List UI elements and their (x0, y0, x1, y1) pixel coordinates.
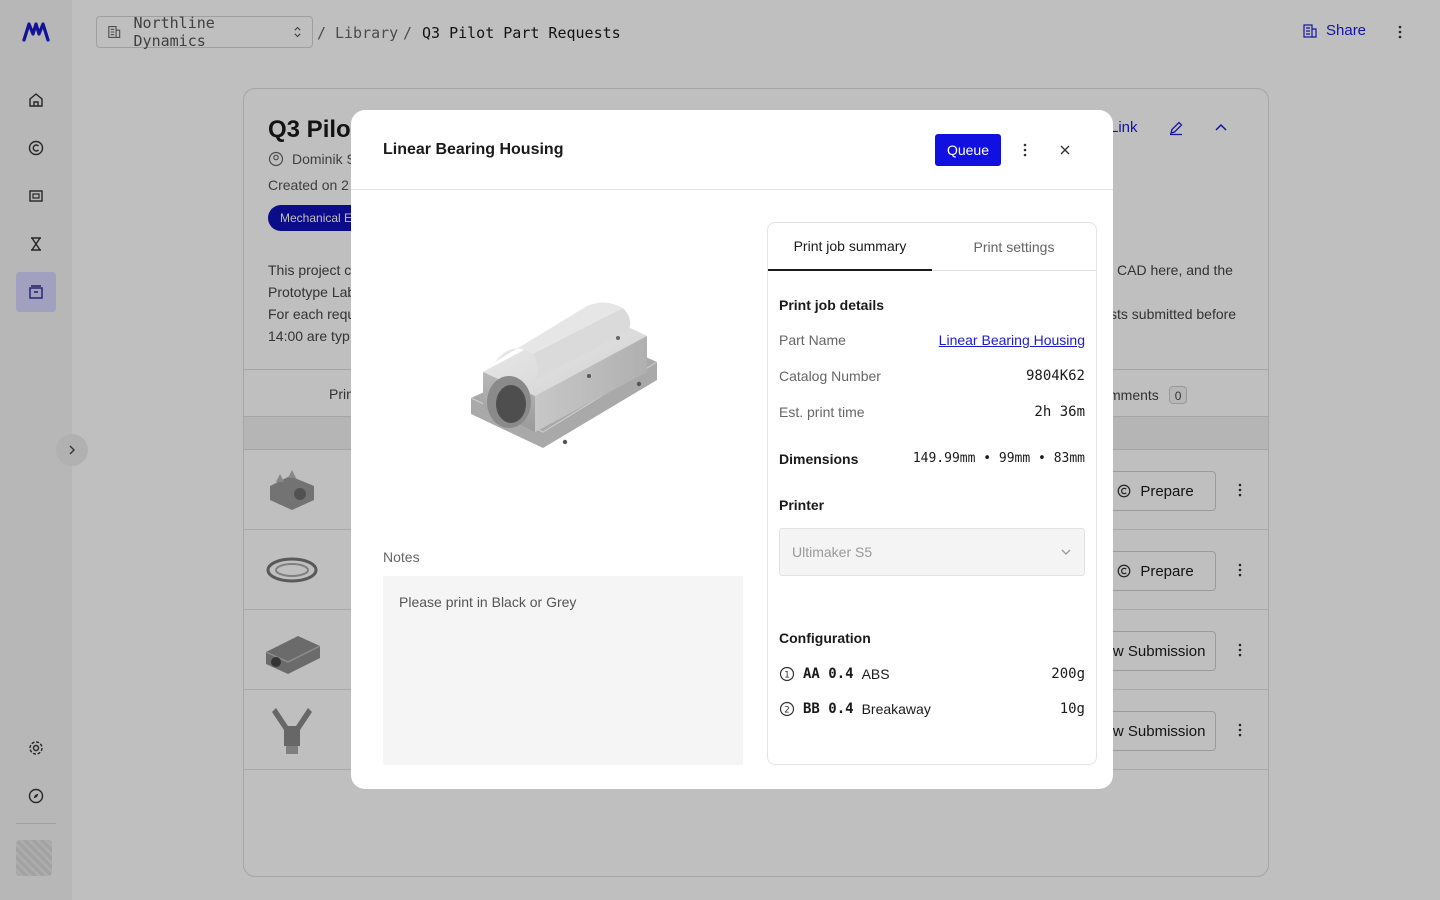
part-name-link[interactable]: Linear Bearing Housing (939, 332, 1085, 348)
material-weight: 200g (1051, 666, 1085, 682)
printer-select-value: Ultimaker S5 (792, 544, 873, 560)
material-label: Breakaway (861, 701, 931, 717)
extruder-row: 2 BB 0.4 Breakaway 10g (779, 699, 1085, 719)
kebab-icon (1023, 143, 1027, 157)
part-detail-modal: Linear Bearing Housing Queue Notes Pleas… (351, 110, 1113, 789)
print-job-panel: Print job summary Print settings Print j… (767, 222, 1097, 765)
material-label: ABS (861, 666, 890, 682)
extruder-row: 1 AA 0.4 ABS 200g (779, 664, 1085, 684)
print-time-label: Est. print time (779, 404, 865, 420)
catalog-number-label: Catalog Number (779, 368, 881, 384)
print-time-value: 2h 36m (1034, 404, 1085, 420)
nozzle-label: BB 0.4 (803, 701, 854, 717)
panel-tabs: Print job summary Print settings (768, 223, 1096, 271)
configuration-heading: Configuration (779, 630, 871, 646)
close-button[interactable] (1055, 140, 1075, 160)
svg-text:2: 2 (784, 706, 790, 716)
nozzle-label: AA 0.4 (803, 666, 854, 682)
print-job-details-heading: Print job details (779, 297, 885, 313)
printer-select[interactable]: Ultimaker S5 (779, 528, 1085, 576)
extruder-1-icon: 1 (779, 666, 795, 682)
tab-print-settings[interactable]: Print settings (932, 223, 1096, 271)
modal-title: Linear Bearing Housing (383, 141, 564, 158)
chevron-down-icon (1061, 549, 1071, 555)
printer-heading: Printer (779, 497, 825, 513)
dimensions-value: 149.99mm • 99mm • 83mm (912, 451, 1085, 466)
queue-button[interactable]: Queue (935, 134, 1001, 166)
notes-textarea[interactable]: Please print in Black or Grey (383, 576, 743, 765)
close-icon (1060, 145, 1070, 155)
modal-more-button[interactable] (1015, 140, 1035, 160)
extruder-2-icon: 2 (779, 701, 795, 717)
svg-text:1: 1 (784, 671, 790, 681)
material-weight: 10g (1059, 701, 1085, 717)
dimensions-label: Dimensions (779, 451, 859, 467)
part-3d-preview[interactable] (383, 222, 743, 532)
part-name-label: Part Name (779, 332, 846, 348)
tab-print-job-summary[interactable]: Print job summary (768, 223, 932, 271)
modal-header: Linear Bearing Housing Queue (351, 110, 1113, 190)
catalog-number-value: 9804K62 (1025, 368, 1085, 384)
notes-label: Notes (383, 549, 420, 565)
